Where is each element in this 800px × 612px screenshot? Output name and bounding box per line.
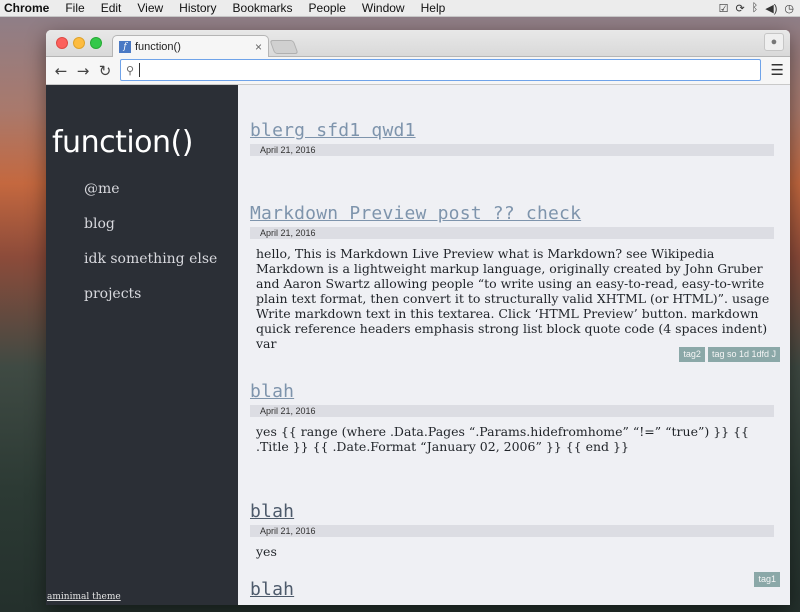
post-title-link[interactable]: blerg sfd1 qwd1 — [250, 120, 774, 141]
tab-title: function() — [135, 41, 181, 53]
check-circle-icon[interactable]: ☑ — [719, 2, 729, 15]
reload-icon[interactable]: ↻ — [94, 62, 116, 80]
site-title[interactable]: function() — [52, 125, 193, 160]
post-item: blah April 21, 2016 yes — [250, 501, 774, 559]
post-date: April 21, 2016 — [250, 227, 774, 239]
post-tags: tag2 tag so 1d 1dfd J — [679, 347, 780, 362]
profile-icon[interactable]: ● — [764, 33, 784, 51]
search-icon: ⚲ — [126, 63, 135, 77]
menubar-app-name[interactable]: Chrome — [0, 1, 57, 15]
post-title-link[interactable]: blah — [250, 579, 774, 600]
theme-credit-link[interactable]: aminimal theme — [47, 592, 121, 602]
site-sidebar: function() @me blog idk something else p… — [46, 85, 238, 605]
tab-close-icon[interactable]: × — [255, 40, 262, 54]
post-title-link[interactable]: blah — [250, 501, 774, 522]
tab-function[interactable]: f function() × — [112, 35, 269, 58]
menu-file[interactable]: File — [57, 1, 92, 15]
menu-window[interactable]: Window — [354, 1, 413, 15]
browser-toolbar: ← → ↻ ⚲ ☰ — [46, 57, 790, 85]
macos-menubar: Chrome File Edit View History Bookmarks … — [0, 0, 800, 17]
tab-strip: f function() × ● — [46, 30, 790, 58]
volume-icon[interactable]: ◀︎) — [765, 2, 777, 15]
post-item: blerg sfd1 qwd1 April 21, 2016 — [250, 120, 774, 156]
browser-window: f function() × ● ← → ↻ ⚲ ☰ function() @m… — [46, 30, 790, 605]
tag-badge[interactable]: tag2 — [679, 347, 705, 362]
new-tab-button[interactable] — [269, 40, 299, 54]
post-list: blerg sfd1 qwd1 April 21, 2016 Markdown … — [238, 85, 790, 605]
post-excerpt: yes — [256, 544, 277, 559]
post-item: blah April 21, 2016 yes {{ range (where … — [250, 381, 774, 454]
bluetooth-icon[interactable]: ᛒ — [752, 2, 759, 14]
time-machine-icon[interactable]: ◷ — [784, 2, 794, 15]
menu-people[interactable]: People — [301, 1, 354, 15]
hamburger-menu-icon[interactable]: ☰ — [771, 61, 784, 79]
forward-arrow-icon[interactable]: → — [72, 62, 94, 80]
post-excerpt: hello, This is Markdown Live Preview wha… — [256, 246, 770, 351]
menu-history[interactable]: History — [171, 1, 224, 15]
site-favicon-icon: f — [119, 41, 131, 53]
nav-link-idk[interactable]: idk something else — [84, 251, 217, 267]
post-date: April 21, 2016 — [250, 525, 774, 537]
page-viewport: function() @me blog idk something else p… — [46, 85, 790, 605]
nav-link-projects[interactable]: projects — [84, 286, 141, 302]
post-excerpt: yes {{ range (where .Data.Pages “.Params… — [256, 424, 749, 454]
address-input[interactable] — [139, 63, 740, 77]
window-close-button[interactable] — [56, 37, 68, 49]
post-date: April 21, 2016 — [250, 144, 774, 156]
post-item: Markdown Preview post ?? check April 21,… — [250, 203, 774, 351]
address-bar[interactable]: ⚲ — [120, 59, 761, 81]
menu-view[interactable]: View — [129, 1, 171, 15]
tag-badge[interactable]: tag so 1d 1dfd J — [707, 347, 780, 362]
sync-icon[interactable]: ⟳ — [735, 2, 744, 15]
menu-bookmarks[interactable]: Bookmarks — [225, 1, 301, 15]
window-minimize-button[interactable] — [73, 37, 85, 49]
window-zoom-button[interactable] — [90, 37, 102, 49]
menu-help[interactable]: Help — [413, 1, 454, 15]
back-arrow-icon[interactable]: ← — [50, 62, 72, 80]
post-title-link[interactable]: blah — [250, 381, 774, 402]
nav-link-blog[interactable]: blog — [84, 216, 115, 232]
post-item: blah — [250, 579, 774, 600]
post-date: April 21, 2016 — [250, 405, 774, 417]
menu-edit[interactable]: Edit — [93, 1, 130, 15]
nav-link-me[interactable]: @me — [84, 181, 120, 197]
menubar-status-area: ☑ ⟳ ᛒ ◀︎) ◷ — [719, 2, 800, 15]
post-title-link[interactable]: Markdown Preview post ?? check — [250, 203, 774, 224]
